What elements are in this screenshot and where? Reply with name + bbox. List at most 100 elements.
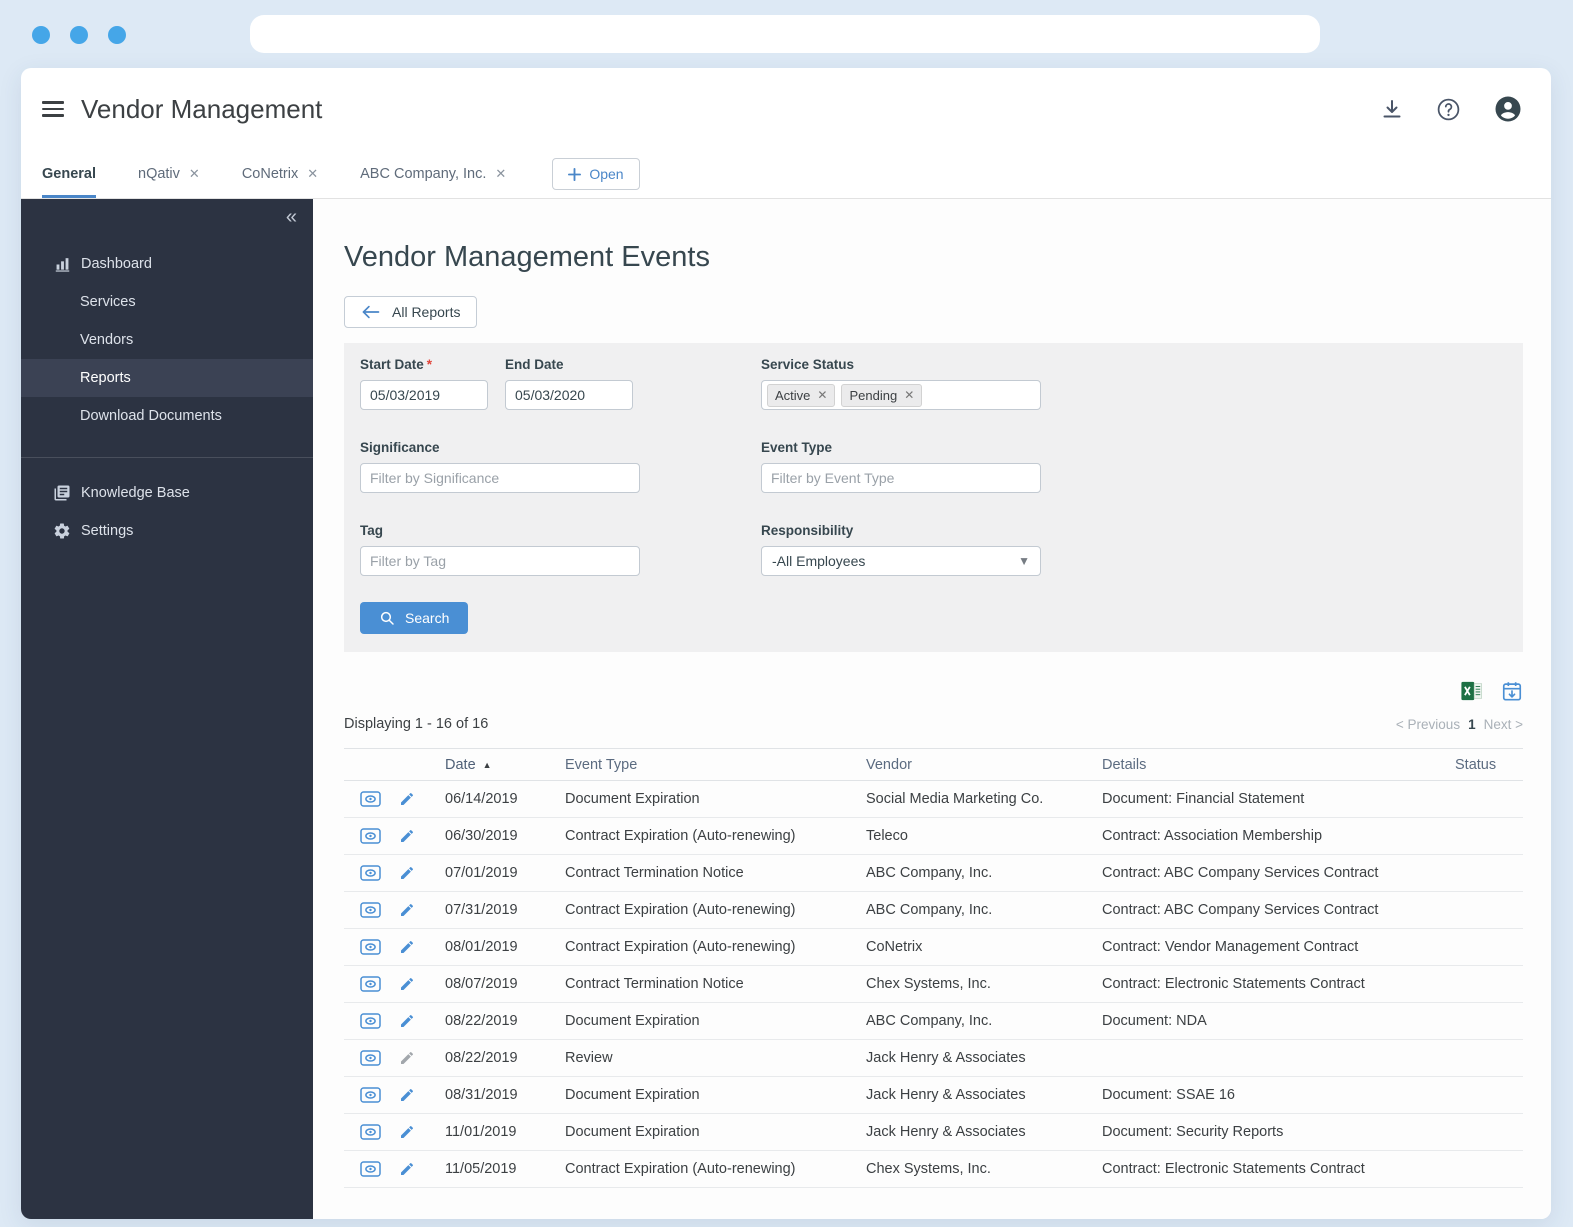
- account-icon[interactable]: [1493, 94, 1523, 124]
- view-event-icon[interactable]: [360, 1013, 381, 1029]
- edit-icon[interactable]: [399, 1124, 415, 1140]
- cell-vendor: Teleco: [866, 828, 908, 844]
- view-event-icon[interactable]: [360, 791, 381, 807]
- open-tab-button[interactable]: Open: [552, 158, 640, 190]
- export-excel-icon[interactable]: [1460, 680, 1483, 702]
- edit-icon[interactable]: [399, 902, 415, 918]
- service-status-input[interactable]: Active ✕ Pending ✕: [761, 380, 1041, 410]
- responsibility-value: -All Employees: [772, 553, 866, 569]
- tab-general[interactable]: General: [42, 150, 96, 198]
- collapse-sidebar-icon[interactable]: «: [286, 207, 297, 227]
- view-event-icon[interactable]: [360, 902, 381, 918]
- all-reports-button[interactable]: All Reports: [344, 296, 478, 328]
- view-event-icon[interactable]: [360, 1124, 381, 1140]
- edit-icon[interactable]: [399, 828, 415, 844]
- cell-details: Document: SSAE 16: [1102, 1087, 1235, 1103]
- table-header: Date ▲ Event Type Vendor Details Status: [344, 748, 1523, 781]
- page-title: Vendor Management Events: [344, 241, 710, 273]
- browser-address-bar[interactable]: [250, 15, 1320, 53]
- column-header-vendor[interactable]: Vendor: [850, 757, 1086, 773]
- edit-icon[interactable]: [399, 791, 415, 807]
- cell-details: Contract: ABC Company Services Contract: [1102, 865, 1379, 881]
- column-header-event-type[interactable]: Event Type: [549, 757, 850, 773]
- view-event-icon[interactable]: [360, 1050, 381, 1066]
- events-table: Date ▲ Event Type Vendor Details Status …: [344, 748, 1523, 1188]
- start-date-input[interactable]: [360, 380, 488, 410]
- significance-input[interactable]: [360, 463, 640, 493]
- edit-icon[interactable]: [399, 865, 415, 881]
- cell-date: 07/01/2019: [445, 865, 518, 881]
- cell-vendor: ABC Company, Inc.: [866, 865, 993, 881]
- table-body: 06/14/2019 Document Expiration Social Me…: [344, 781, 1523, 1188]
- edit-icon[interactable]: [399, 1050, 415, 1066]
- tab-bar: General nQativ ✕ CoNetrix ✕ ABC Company,…: [21, 150, 1551, 199]
- table-row: 07/01/2019 Contract Termination Notice A…: [344, 855, 1523, 892]
- tab-close-icon[interactable]: ✕: [307, 166, 318, 182]
- column-header-details[interactable]: Details: [1086, 757, 1439, 773]
- view-event-icon[interactable]: [360, 1161, 381, 1177]
- cell-details: Contract: Electronic Statements Contract: [1102, 976, 1365, 992]
- edit-icon[interactable]: [399, 976, 415, 992]
- view-event-icon[interactable]: [360, 1087, 381, 1103]
- edit-icon[interactable]: [399, 1013, 415, 1029]
- hamburger-menu-icon[interactable]: [42, 101, 64, 117]
- cell-details: Document: Financial Statement: [1102, 791, 1305, 807]
- search-button[interactable]: Search: [360, 602, 469, 634]
- start-date-label: Start Date *: [360, 357, 433, 372]
- sidebar-item-download-documents[interactable]: Download Documents: [21, 397, 313, 435]
- cell-event-type: Document Expiration: [565, 1087, 700, 1103]
- sidebar-item-label: Dashboard: [81, 256, 152, 272]
- cell-date: 08/31/2019: [445, 1087, 518, 1103]
- chip-close-icon[interactable]: ✕: [904, 388, 914, 402]
- cell-date: 06/30/2019: [445, 828, 518, 844]
- cell-date: 08/22/2019: [445, 1013, 518, 1029]
- cell-date: 06/14/2019: [445, 791, 518, 807]
- current-page-number[interactable]: 1: [1468, 717, 1476, 732]
- service-status-label: Service Status: [761, 357, 855, 372]
- tab-close-icon[interactable]: ✕: [189, 166, 200, 182]
- view-event-icon[interactable]: [360, 976, 381, 992]
- download-icon[interactable]: [1380, 97, 1404, 121]
- sidebar-item-knowledge-base[interactable]: Knowledge Base: [21, 474, 313, 512]
- edit-icon[interactable]: [399, 939, 415, 955]
- view-event-icon[interactable]: [360, 865, 381, 881]
- view-event-icon[interactable]: [360, 828, 381, 844]
- end-date-input[interactable]: [505, 380, 633, 410]
- sidebar-item-dashboard[interactable]: Dashboard: [21, 245, 313, 283]
- status-chip-active: Active ✕: [767, 383, 836, 407]
- cell-vendor: Jack Henry & Associates: [866, 1087, 1026, 1103]
- next-page-link[interactable]: Next >: [1484, 717, 1523, 732]
- cell-event-type: Review: [565, 1050, 613, 1066]
- export-row: [344, 680, 1523, 702]
- edit-icon[interactable]: [399, 1087, 415, 1103]
- tab-close-icon[interactable]: ✕: [495, 166, 506, 182]
- tag-input[interactable]: [360, 546, 640, 576]
- results-bar: Displaying 1 - 16 of 16 < Previous 1 Nex…: [344, 716, 1523, 732]
- sidebar-item-services[interactable]: Services: [21, 283, 313, 321]
- table-row: 08/07/2019 Contract Termination Notice C…: [344, 966, 1523, 1003]
- sidebar-item-reports[interactable]: Reports: [21, 359, 313, 397]
- table-row: 06/30/2019 Contract Expiration (Auto-ren…: [344, 818, 1523, 855]
- column-header-date[interactable]: Date ▲: [429, 757, 549, 773]
- cell-date: 11/05/2019: [445, 1161, 517, 1177]
- cell-date: 11/01/2019: [445, 1124, 517, 1140]
- responsibility-select[interactable]: -All Employees ▼: [761, 546, 1041, 576]
- view-event-icon[interactable]: [360, 939, 381, 955]
- previous-page-link[interactable]: < Previous: [1396, 717, 1460, 732]
- help-icon[interactable]: [1436, 97, 1461, 122]
- end-date-group: End Date: [505, 357, 633, 410]
- event-type-input[interactable]: [761, 463, 1041, 493]
- edit-icon[interactable]: [399, 1161, 415, 1177]
- cell-event-type: Contract Expiration (Auto-renewing): [565, 902, 796, 918]
- export-calendar-icon[interactable]: [1501, 680, 1523, 702]
- tab-abc-company[interactable]: ABC Company, Inc. ✕: [360, 150, 506, 198]
- sidebar-item-vendors[interactable]: Vendors: [21, 321, 313, 359]
- book-icon: [53, 484, 72, 502]
- tab-nqativ[interactable]: nQativ ✕: [138, 150, 200, 198]
- chip-close-icon[interactable]: ✕: [817, 388, 827, 402]
- column-header-status[interactable]: Status: [1439, 757, 1523, 773]
- browser-dots: [32, 26, 126, 44]
- tab-conetrix[interactable]: CoNetrix ✕: [242, 150, 318, 198]
- sidebar-item-settings[interactable]: Settings: [21, 512, 313, 550]
- chevron-down-icon: ▼: [1018, 554, 1030, 568]
